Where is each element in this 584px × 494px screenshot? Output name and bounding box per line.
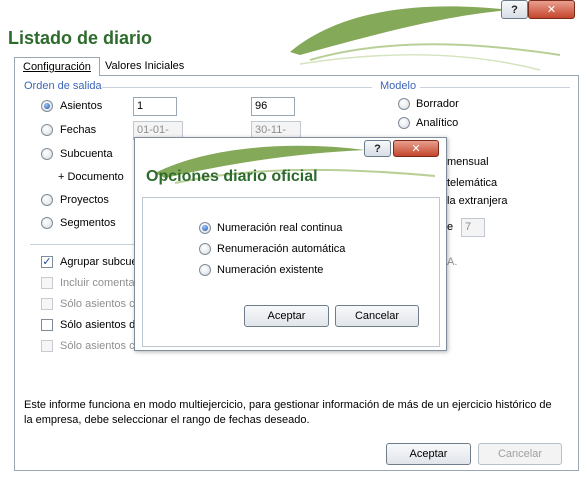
label-partial-e: e [447,221,454,233]
dialog-close-button[interactable]: ✕ [393,140,439,157]
radio-fechas[interactable] [41,124,53,136]
close-button[interactable]: ✕ [528,0,575,19]
group-divider [102,87,372,88]
agrupar-checkbox[interactable]: ✓ [41,256,53,268]
label-solo-asientos-1: Sólo asientos co [60,298,141,310]
label-renumeracion-automatica: Renumeración automática [217,243,346,255]
label-mensual: mensual [447,156,489,168]
accept-label: Aceptar [267,310,306,322]
dialog-accept-button[interactable]: Aceptar [244,305,329,327]
radio-numeracion-existente[interactable] [199,264,211,276]
label-subcuenta: Subcuenta [60,148,113,160]
group-divider [420,87,570,88]
info-text: Este informe funciona en modo multiejerc… [24,399,552,426]
label-extranjera: la extranjera [447,195,508,207]
help-icon: ? [374,142,381,155]
close-icon: ✕ [546,4,557,16]
label-solo-asientos-3: Sólo asientos co [60,340,141,352]
orden-salida-title: Orden de salida [24,80,102,92]
label-numeracion-real: Numeración real continua [217,222,343,234]
radio-renumeracion-automatica[interactable] [199,243,211,255]
label-numeracion-existente: Numeración existente [217,264,324,276]
label-incluir: Incluir comentar [60,277,139,289]
tab-configuracion[interactable]: Configuración [14,57,100,76]
dialog-title: Opciones diario oficial [146,168,318,185]
label-proyectos: Proyectos [60,194,109,206]
radio-analitico[interactable] [398,117,410,129]
help-icon: ? [511,3,518,16]
window-title: Listado de diario [8,28,153,48]
cancel-label: Cancelar [497,448,543,460]
radio-asientos[interactable] [41,100,53,112]
dialog-help-button[interactable]: ? [364,140,391,157]
label-fechas: Fechas [60,124,97,136]
close-icon: ✕ [411,143,421,155]
dialog-cancel-button[interactable]: Cancelar [335,305,419,327]
radio-numeracion-real[interactable] [199,222,211,234]
label-documento: + Documento [58,171,124,183]
accept-label: Aceptar [409,448,448,460]
radio-subcuenta[interactable] [41,148,53,160]
cancel-button[interactable]: Cancelar [478,443,562,465]
label-asientos: Asientos [60,100,103,112]
radio-proyectos[interactable] [41,194,53,206]
label-analitico: Analítico [416,117,459,129]
label-partial-a: A. [447,256,458,268]
accept-button[interactable]: Aceptar [386,443,471,465]
modelo-number-input[interactable]: 7 [461,218,485,237]
radio-segmentos[interactable] [41,217,53,229]
incluir-checkbox[interactable] [41,277,53,289]
dialog-options-panel: Numeración real continua Renumeración au… [142,197,440,347]
asientos-to-input[interactable]: 96 [251,97,295,116]
opciones-diario-dialog: ? ✕ Opciones diario oficial Numeración r… [134,137,447,351]
tab-label: Valores Iniciales [105,60,185,72]
solo-asientos-checkbox-2[interactable] [41,319,53,331]
label-segmentos: Segmentos [60,217,116,229]
solo-asientos-checkbox-3[interactable] [41,340,53,352]
solo-asientos-checkbox-1[interactable] [41,298,53,310]
cancel-label: Cancelar [354,310,400,322]
asientos-from-input[interactable]: 1 [133,97,177,116]
label-borrador: Borrador [416,98,459,110]
modelo-title: Modelo [380,80,417,92]
tab-valores-iniciales[interactable]: Valores Iniciales [97,57,192,76]
label-agrupar: Agrupar subcue [60,256,138,268]
radio-borrador[interactable] [398,98,410,110]
label-telematica: telemática [447,177,498,189]
help-button[interactable]: ? [501,0,528,19]
tab-label: Configuración [23,61,91,73]
label-solo-asientos-2: Sólo asientos de [60,319,142,331]
